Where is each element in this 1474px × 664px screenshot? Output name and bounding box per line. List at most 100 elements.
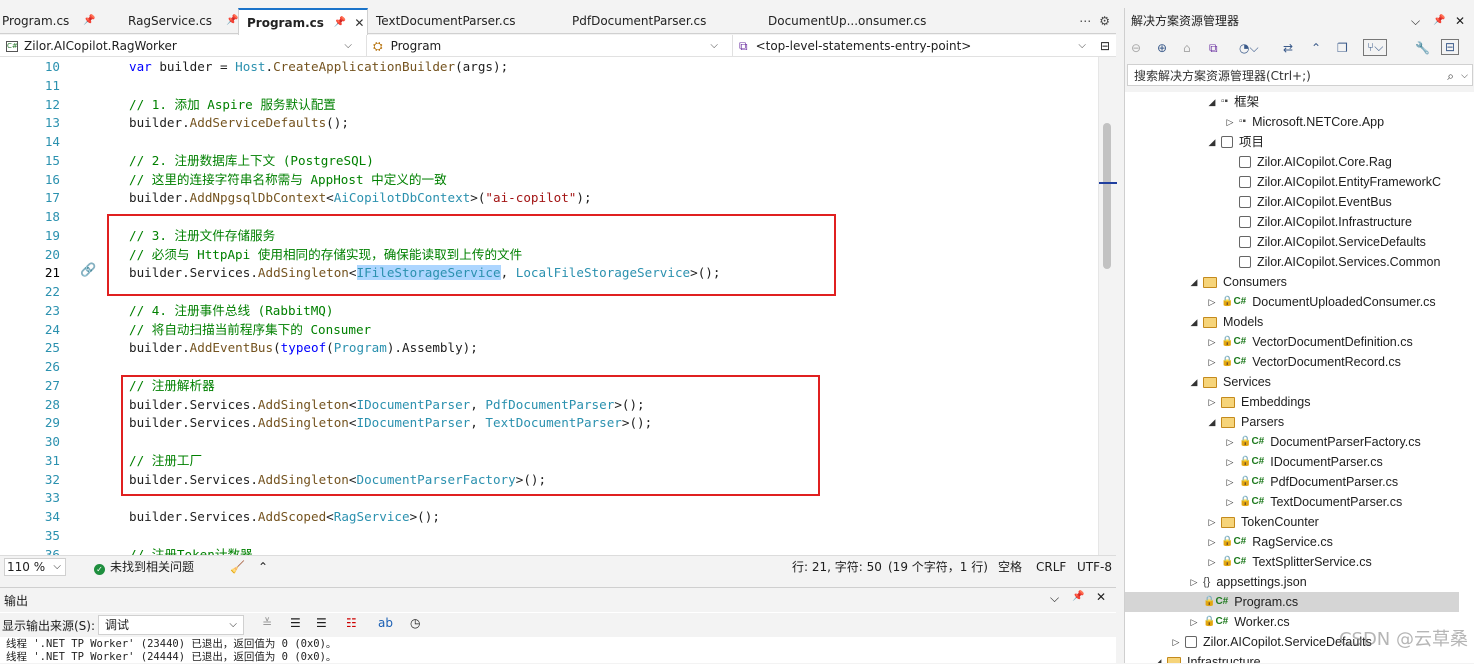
tree-item[interactable]: 🔒C# Program.cs [1125, 592, 1459, 612]
sync-icon[interactable]: ⇄ [1283, 41, 1293, 55]
expand-arrow-icon[interactable]: ◢ [1189, 272, 1199, 292]
cursor-position[interactable]: 行: 21, 字符: 50 [792, 556, 882, 578]
collapse-icon[interactable]: ⌃ [1311, 41, 1321, 55]
tree-item[interactable]: Zilor.AICopilot.ServiceDefaults [1225, 232, 1426, 252]
tree-item[interactable]: ◢ Infrastructure [1153, 652, 1261, 663]
close-icon[interactable]: ✕ [354, 10, 364, 36]
expand-arrow-icon[interactable]: ◢ [1189, 312, 1199, 332]
collapse-arrow-icon[interactable]: ▷ [1207, 332, 1217, 352]
code-line[interactable]: 12 // 1. 添加 Aspire 服务默认配置 [0, 95, 1098, 114]
clock-icon[interactable]: ◷ [410, 616, 420, 630]
collapse-arrow-icon[interactable]: ▷ [1225, 432, 1235, 452]
preview-icon[interactable]: ⊟ [1441, 39, 1460, 55]
home-icon[interactable]: ⌂ [1183, 41, 1191, 55]
clear-all-icon[interactable]: ☷ [346, 616, 357, 630]
collapse-arrow-icon[interactable]: ▷ [1171, 632, 1181, 652]
project-dropdown[interactable]: C# Zilor.AICopilot.RagWorker ⌵ [0, 35, 360, 57]
type-dropdown[interactable]: ⛭ Program ⌵ [366, 35, 726, 57]
solution-tree[interactable]: ◢ ▫▪ 框架 ▷ ▫▪ Microsoft.NETCore.App ◢ 项目 Zilor.AI… [1125, 92, 1474, 663]
gear-icon[interactable]: ⚙ [1099, 14, 1110, 28]
code-line[interactable]: 24 // 将自动扫描当前程序集下的 Consumer [0, 320, 1098, 339]
filter-icon[interactable]: ⑂⌵ [1363, 39, 1388, 56]
tree-item[interactable]: ◢ Models [1189, 312, 1264, 332]
line-ending-indicator[interactable]: CRLF [1036, 556, 1066, 578]
tree-item[interactable]: ▷ 🔒C# DocumentUploadedConsumer.cs [1207, 292, 1436, 312]
tree-item[interactable]: ▷ 🔒C# TextSplitterService.cs [1207, 552, 1372, 572]
code-line[interactable]: 35 [0, 526, 1098, 545]
split-icon[interactable]: ⊟ [1094, 35, 1116, 57]
code-line[interactable]: 36 // 注册Token计数器 [0, 545, 1098, 555]
collapse-arrow-icon[interactable]: ▷ [1207, 392, 1217, 412]
code-line[interactable]: 11 [0, 76, 1098, 95]
align-left-icon[interactable]: ☰ [290, 616, 301, 630]
selection-info[interactable]: (19 个字符，1 行) [888, 556, 988, 578]
collapse-arrow-icon[interactable]: ▷ [1207, 292, 1217, 312]
expand-arrow-icon[interactable]: ◢ [1207, 132, 1217, 152]
pin-icon[interactable]: 📌 [226, 8, 238, 34]
code-line[interactable]: 34 builder.Services.AddScoped<RagService>… [0, 507, 1098, 526]
copy-icon[interactable]: ❐ [1337, 41, 1348, 55]
collapse-arrow-icon[interactable]: ▷ [1207, 532, 1217, 552]
tree-item[interactable]: ▷ 🔒C# VectorDocumentRecord.cs [1207, 352, 1401, 372]
zoom-dropdown[interactable]: 110 % ⌵ [4, 558, 66, 576]
tree-item[interactable]: ◢ 项目 [1207, 132, 1264, 152]
chevron-down-icon[interactable]: ⌵ [1411, 8, 1420, 34]
pin-icon[interactable]: 📌 [334, 10, 346, 36]
collapse-arrow-icon[interactable]: ▷ [1225, 472, 1235, 492]
code-line[interactable]: 17 builder.AddNpgsqlDbContext<AiCopilotDb… [0, 188, 1098, 207]
member-dropdown[interactable]: ⧉ <top-level-statements-entry-point> ⌵ [732, 35, 1094, 57]
code-line[interactable]: 16 // 这里的连接字符串名称需与 AppHost 中定义的一致 [0, 170, 1098, 189]
scrollbar-thumb[interactable] [1103, 123, 1111, 269]
tree-item[interactable]: ◢ Parsers [1207, 412, 1285, 432]
tab-documentuploadedconsumer[interactable]: DocumentUp...onsumer.cs [760, 8, 960, 34]
tree-item[interactable]: ◢ Services [1189, 372, 1271, 392]
tree-item[interactable]: Zilor.AICopilot.EntityFrameworkC [1225, 172, 1441, 192]
chevron-down-icon[interactable]: ⌵ [1050, 591, 1059, 606]
code-line[interactable]: 15 // 2. 注册数据库上下文 (PostgreSQL) [0, 151, 1098, 170]
tab-pdfdocumentparser[interactable]: PdfDocumentParser.cs [564, 8, 760, 34]
issues-indicator[interactable]: ✓ 未找到相关问题 [94, 556, 194, 578]
tree-item[interactable]: ▷ ▫▪ Microsoft.NETCore.App [1225, 112, 1385, 132]
tree-item[interactable]: ◢ Consumers [1189, 272, 1287, 292]
wrench-icon[interactable]: 🔧 [1415, 41, 1430, 55]
tree-item[interactable]: ▷ Embeddings [1207, 392, 1311, 412]
find-previous-icon[interactable]: ≚ [262, 616, 272, 630]
tree-item[interactable]: ▷ 🔒C# VectorDocumentDefinition.cs [1207, 332, 1413, 352]
word-wrap-icon[interactable]: ab [378, 616, 393, 630]
solution-search-input[interactable]: 搜索解决方案资源管理器(Ctrl+;) ⌕ ⌵ [1127, 64, 1473, 86]
tree-item[interactable]: ▷ 🔒C# RagService.cs [1207, 532, 1333, 552]
tab-program-cs-left[interactable]: Program.cs 📌 [0, 8, 100, 34]
code-line[interactable]: 23 // 4. 注册事件总线 (RabbitMQ) [0, 301, 1098, 320]
expand-arrow-icon[interactable]: ◢ [1207, 412, 1217, 432]
tree-item[interactable]: ▷ 🔒C# Worker.cs [1189, 612, 1290, 632]
code-editor[interactable]: 10 var builder = Host.CreateApplicationBu… [0, 57, 1098, 555]
tree-item[interactable]: Zilor.AICopilot.Core.Rag [1225, 152, 1392, 172]
collapse-arrow-icon[interactable]: ▷ [1189, 612, 1199, 632]
output-text[interactable]: 线程 '.NET TP Worker' (23440) 已退出，返回值为 0 (… [0, 638, 1116, 664]
tree-item[interactable]: ▷ {} appsettings.json [1189, 572, 1307, 592]
collapse-arrow-icon[interactable]: ▷ [1207, 552, 1217, 572]
switch-views-icon[interactable]: ⧉ [1209, 41, 1218, 56]
tab-program-cs-active[interactable]: Program.cs 📌 ✕ [238, 8, 368, 35]
close-icon[interactable]: ✕ [1455, 8, 1465, 34]
tree-item[interactable]: ▷ 🔒C# IDocumentParser.cs [1225, 452, 1383, 472]
tree-item[interactable]: Zilor.AICopilot.Services.Common [1225, 252, 1440, 272]
tree-item[interactable]: ▷ TokenCounter [1207, 512, 1319, 532]
source-dropdown[interactable]: 调试 ⌵ [98, 615, 244, 635]
code-line[interactable]: 14 [0, 132, 1098, 151]
forward-icon[interactable]: ⊕ [1157, 41, 1167, 55]
more-icon[interactable]: ⋯ [1079, 14, 1091, 28]
code-line[interactable]: 26 [0, 357, 1098, 376]
editor-vertical-scrollbar[interactable] [1098, 57, 1117, 555]
collapse-arrow-icon[interactable]: ▷ [1189, 572, 1199, 592]
expand-arrow-icon[interactable]: ◢ [1189, 372, 1199, 392]
tree-item[interactable]: ▷ 🔒C# PdfDocumentParser.cs [1225, 472, 1399, 492]
back-icon[interactable]: ⊖ [1131, 41, 1141, 55]
pin-icon[interactable]: 📌 [1072, 591, 1084, 602]
code-line[interactable]: 25 builder.AddEventBus(typeof(Program).As… [0, 338, 1098, 357]
expand-arrow-icon[interactable]: ◢ [1207, 92, 1217, 112]
reference-link-icon[interactable]: 🔗 [80, 263, 96, 278]
expand-arrow-icon[interactable]: ◢ [1153, 652, 1163, 663]
tab-ragservice[interactable]: RagService.cs 📌 [100, 8, 239, 34]
whitespace-indicator[interactable]: 空格 [998, 556, 1022, 578]
